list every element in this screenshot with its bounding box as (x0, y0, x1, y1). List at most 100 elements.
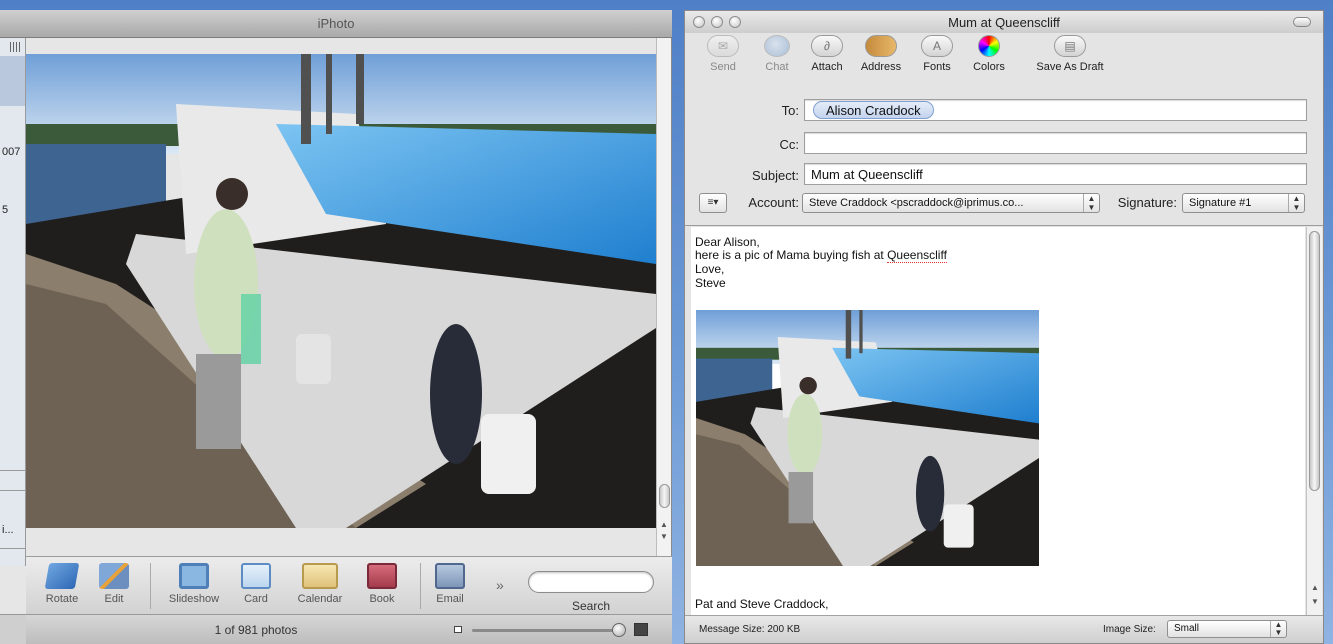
sidebar-fragment[interactable]: 007 (2, 146, 20, 158)
email-icon (435, 563, 465, 589)
send-button[interactable]: ✉ Send (697, 35, 749, 73)
message-body[interactable]: Dear Alison, here is a pic of Mama buyin… (691, 227, 1305, 621)
resize-grip-icon[interactable] (10, 42, 20, 52)
boat-photo (26, 54, 656, 528)
send-icon: ✉ (707, 35, 739, 57)
header-divider (685, 225, 1323, 226)
fonts-icon: A (921, 35, 953, 57)
scroll-down-arrow-icon[interactable]: ▼ (660, 532, 668, 541)
search-input[interactable] (528, 571, 654, 593)
signature-line: Pat and Steve Craddock, (695, 597, 829, 611)
to-field[interactable]: Alison Craddock (804, 99, 1307, 121)
misspelled-word[interactable]: Queenscliff (887, 248, 947, 263)
attached-boat-photo (696, 310, 1039, 566)
save-as-draft-label: Save As Draft (1036, 61, 1104, 73)
rotate-button[interactable]: Rotate (34, 563, 90, 605)
zoom-slider-knob[interactable] (612, 623, 626, 637)
save-as-draft-button[interactable]: ▤ Save As Draft (1025, 35, 1115, 73)
toolbar-overflow-icon[interactable]: » (496, 577, 504, 593)
edit-button[interactable]: Edit (86, 563, 142, 605)
zoom-small-icon[interactable] (454, 626, 462, 633)
scroll-up-arrow-icon[interactable]: ▲ (1311, 583, 1319, 592)
draft-icon: ▤ (1054, 35, 1086, 57)
body-line: here is a pic of Mama buying fish at Que… (695, 248, 947, 263)
slideshow-label: Slideshow (168, 593, 220, 605)
address-label: Address (860, 61, 902, 73)
main-photo[interactable] (26, 54, 656, 528)
photo-count: 1 of 981 photos (214, 623, 298, 637)
zoom-large-icon[interactable] (634, 623, 648, 636)
sidebar-selection[interactable] (0, 56, 25, 106)
slideshow-icon (179, 563, 209, 589)
book-label: Book (369, 593, 395, 605)
scrollbar-thumb[interactable] (659, 484, 670, 508)
sidebar-action-corner[interactable] (0, 614, 26, 644)
edit-label: Edit (104, 593, 124, 605)
scrollbar-thumb[interactable] (1309, 231, 1320, 491)
scroll-down-arrow-icon[interactable]: ▼ (1311, 597, 1319, 606)
iphoto-toolbar: Rotate Edit Slideshow Card Calendar Book… (26, 556, 672, 614)
sidebar-divider (0, 490, 25, 491)
image-size-value: Small (1174, 623, 1200, 634)
attach-button[interactable]: ∂ Attach (801, 35, 853, 73)
cc-field[interactable] (804, 132, 1307, 154)
fonts-label: Fonts (923, 61, 951, 73)
sidebar-divider (0, 548, 25, 549)
subject-label: Subject: (752, 168, 799, 183)
sidebar-fragment[interactable]: 5 (2, 204, 8, 216)
sidebar-divider (0, 470, 25, 471)
attached-photo[interactable] (696, 310, 1039, 566)
address-button[interactable]: Address (855, 35, 907, 73)
photo-scrollbar[interactable]: ▲ ▼ (656, 38, 671, 556)
signature-value: Signature #1 (1189, 197, 1252, 209)
calendar-label: Calendar (297, 593, 343, 605)
iphoto-titlebar[interactable]: iPhoto (0, 10, 672, 38)
subject-field[interactable]: Mum at Queenscliff (804, 163, 1307, 185)
sidebar-fragment[interactable]: i... (2, 524, 14, 536)
search-label: Search (571, 599, 611, 613)
color-wheel-icon (978, 35, 1000, 57)
rotate-icon (44, 563, 80, 589)
email-label: Email (436, 593, 464, 605)
header-options-menu[interactable]: ≡▾ (699, 193, 727, 213)
colors-label: Colors (973, 61, 1005, 73)
mail-titlebar[interactable]: Mum at Queenscliff (685, 11, 1323, 33)
body-line: Love, (695, 262, 725, 276)
rotate-label: Rotate (45, 593, 79, 605)
toolbar-toggle-icon[interactable] (1293, 17, 1311, 27)
cc-label: Cc: (779, 137, 800, 152)
body-line-text: here is a pic of Mama buying fish at (695, 248, 888, 262)
slideshow-button[interactable]: Slideshow (166, 563, 222, 605)
body-line: Dear Alison, (695, 235, 760, 249)
card-label: Card (244, 593, 268, 605)
account-popup[interactable]: Steve Craddock <pscraddock@iprimus.co...… (802, 193, 1100, 213)
zoom-slider[interactable] (472, 629, 622, 632)
scroll-up-arrow-icon[interactable]: ▲ (660, 520, 668, 529)
image-size-label: Image Size: (1103, 624, 1156, 635)
calendar-button[interactable]: Calendar (292, 563, 348, 605)
signature-popup[interactable]: Signature #1 ▲ ▼ (1182, 193, 1305, 213)
popup-arrows-icon: ▲ ▼ (1083, 194, 1099, 212)
account-value: Steve Craddock <pscraddock@iprimus.co... (809, 197, 1024, 209)
recipient-token[interactable]: Alison Craddock (813, 101, 934, 119)
send-label: Send (710, 61, 736, 73)
message-scrollbar[interactable]: ▲ ▼ (1306, 227, 1322, 621)
iphoto-window: iPhoto 007 5 i... ▲ ▼ Rotate Edit Slides… (0, 10, 672, 644)
chat-button[interactable]: Chat (751, 35, 803, 73)
book-button[interactable]: Book (354, 563, 410, 605)
address-book-icon (865, 35, 897, 57)
message-size: Message Size: 200 KB (699, 624, 801, 635)
image-size-popup[interactable]: Small ▲ ▼ (1167, 620, 1287, 638)
attach-label: Attach (811, 61, 843, 73)
card-button[interactable]: Card (228, 563, 284, 605)
popup-arrows-icon: ▲ ▼ (1288, 194, 1304, 212)
colors-button[interactable]: Colors (963, 35, 1015, 73)
book-icon (367, 563, 397, 589)
card-icon (241, 563, 271, 589)
iphoto-source-list[interactable]: 007 5 i... (0, 38, 26, 566)
fonts-button[interactable]: A Fonts (911, 35, 963, 73)
popup-arrows-icon: ▲ ▼ (1270, 621, 1286, 637)
window-title: Mum at Queenscliff (948, 15, 1060, 30)
email-button[interactable]: Email (422, 563, 478, 605)
paperclip-icon: ∂ (811, 35, 843, 57)
